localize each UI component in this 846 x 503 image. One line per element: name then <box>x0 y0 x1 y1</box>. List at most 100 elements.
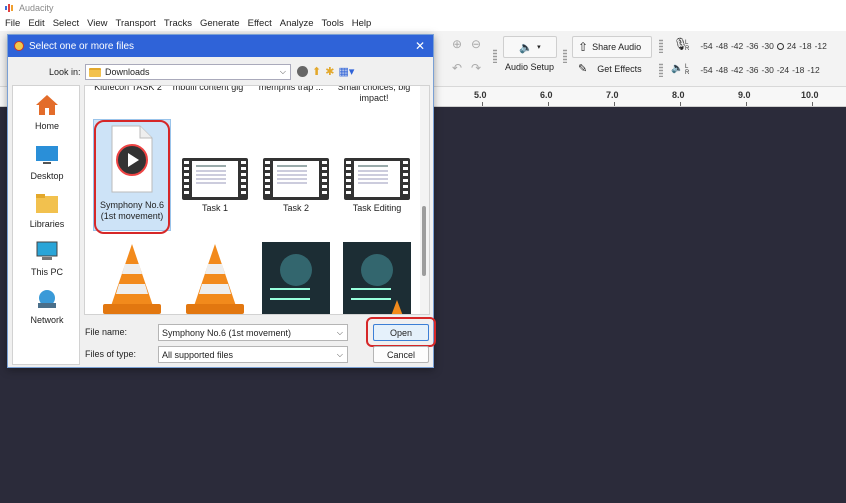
file-type-dropdown[interactable]: All supported files ⌵ <box>158 346 348 363</box>
menu-file[interactable]: File <box>5 18 20 29</box>
meter-tick: -24 <box>776 65 790 75</box>
file-name-value: Symphony No.6 (1st movement) <box>162 327 292 338</box>
file-item-image-2[interactable] <box>337 242 417 314</box>
place-desktop[interactable]: Desktop <box>13 144 81 181</box>
file-item-task1[interactable]: Task 1 <box>175 158 255 214</box>
open-file-dialog: Select one or more files ✕ Look in: Down… <box>7 34 436 368</box>
meter-tick: -18 <box>792 65 805 75</box>
file-name-input[interactable]: Symphony No.6 (1st movement) ⌵ <box>158 324 348 341</box>
video-thumbnail-icon <box>344 158 410 200</box>
meter-tick: -48 <box>715 41 728 51</box>
audio-file-icon <box>111 125 153 193</box>
place-this-pc[interactable]: This PC <box>13 240 81 277</box>
file-item-vlc-1[interactable] <box>92 242 172 314</box>
menu-edit[interactable]: Edit <box>28 18 44 29</box>
file-label: Kiufecon TASK 2 <box>94 85 162 92</box>
meter-handle-icon[interactable] <box>776 42 784 50</box>
file-item-symphony[interactable]: Symphony No.6 (1st movement) <box>92 124 172 222</box>
meter-tick: -42 <box>730 65 744 75</box>
file-label: memphis trap ... <box>258 85 324 92</box>
video-thumbnail-icon <box>263 158 329 200</box>
speaker-icon: 🔈 <box>519 41 534 54</box>
ruler-label: 5.0 <box>474 90 487 100</box>
menu-generate[interactable]: Generate <box>200 18 240 29</box>
file-type-row: Files of type: All supported files ⌵ Can… <box>8 345 433 363</box>
file-item-task2[interactable]: Task 2 <box>256 158 336 214</box>
menu-transport[interactable]: Transport <box>116 18 156 29</box>
toolbar-grip-4[interactable] <box>659 63 663 77</box>
place-label: Home <box>34 121 59 131</box>
file-item-image-1[interactable] <box>256 242 336 314</box>
ruler-label: 9.0 <box>738 90 751 100</box>
app-titlebar: Audacity <box>0 0 846 15</box>
ruler-tick <box>746 102 747 106</box>
share-icon: ⇧ <box>578 40 589 54</box>
file-item-task-editing[interactable]: Task Editing <box>337 158 417 214</box>
file-type-label: Files of type: <box>85 349 137 359</box>
get-effects-label: Get Effects <box>597 63 642 74</box>
menu-view[interactable]: View <box>87 18 107 29</box>
toolbar-grip-2[interactable] <box>563 49 567 63</box>
place-network[interactable]: Network <box>13 288 81 325</box>
chevron-down-icon: ⌵ <box>336 350 343 359</box>
new-folder-icon[interactable]: ✱ <box>325 65 334 78</box>
file-label: mbulfi content gig <box>172 85 244 92</box>
ruler-label: 6.0 <box>540 90 553 100</box>
file-list-scrollbar[interactable] <box>420 86 429 314</box>
audacity-logo-icon <box>5 3 13 12</box>
desktop-icon <box>36 146 58 164</box>
look-in-row: Look in: Downloads ⌵ ⬆ ✱ ▦▾ <box>8 63 433 81</box>
menu-bar: File Edit Select View Transport Tracks G… <box>0 15 846 31</box>
meter-tick: -30 <box>761 41 774 51</box>
chevron-down-icon: ⌵ <box>279 67 286 76</box>
menu-tracks[interactable]: Tracks <box>164 18 192 29</box>
menu-tools[interactable]: Tools <box>322 18 344 29</box>
audio-setup-icon-button[interactable]: 🔈 ▾ <box>503 36 557 58</box>
place-libraries[interactable]: Libraries <box>13 192 81 229</box>
look-in-label: Look in: <box>49 67 81 77</box>
ruler-label: 7.0 <box>606 90 619 100</box>
menu-analyze[interactable]: Analyze <box>280 18 314 29</box>
vlc-cone-icon <box>186 244 244 314</box>
image-thumbnail-icon <box>343 242 411 314</box>
get-effects-button[interactable]: ✎ Get Effects <box>578 62 642 75</box>
zoom-out-icon[interactable]: ⊖ <box>471 37 481 51</box>
nav-icons: ⬆ ✱ ▦▾ <box>297 65 354 78</box>
playback-speaker-icon[interactable]: 🔈 <box>671 63 683 74</box>
share-audio-button[interactable]: ⇧ Share Audio <box>572 36 652 58</box>
meter-tick: -54 <box>700 65 713 75</box>
up-folder-icon[interactable]: ⬆ <box>312 65 321 78</box>
menu-help[interactable]: Help <box>352 18 372 29</box>
look-in-dropdown[interactable]: Downloads ⌵ <box>85 64 291 80</box>
toolbar-grip[interactable] <box>493 49 497 63</box>
cancel-button[interactable]: Cancel <box>373 346 429 363</box>
ruler-tick <box>548 102 549 106</box>
scrollbar-thumb[interactable] <box>422 206 426 276</box>
meter-tick: -36 <box>746 65 759 75</box>
redo-icon[interactable]: ↷ <box>471 61 481 75</box>
file-name-label: File name: <box>85 327 128 337</box>
undo-icon[interactable]: ↶ <box>452 61 462 75</box>
place-home[interactable]: Home <box>13 94 81 131</box>
highlight-ring <box>366 317 436 347</box>
record-meter[interactable]: LR -54 -48 -42 -36 -30 24 -18 -12 <box>685 40 827 52</box>
meter-r: R <box>685 70 690 76</box>
toolbar-grip-3[interactable] <box>659 39 663 53</box>
close-icon[interactable]: ✕ <box>415 39 425 53</box>
file-item-vlc-2[interactable] <box>175 242 255 314</box>
meter-tick: -30 <box>761 65 774 75</box>
file-list[interactable]: Kiufecon TASK 2 mbulfi content gig memph… <box>84 85 430 315</box>
playback-meter[interactable]: LR -54 -48 -42 -36 -30 -24 -18 -12 <box>685 64 820 76</box>
meter-tick: -36 <box>746 41 759 51</box>
dialog-titlebar[interactable]: Select one or more files ✕ <box>8 35 433 57</box>
image-thumbnail-icon <box>262 242 330 314</box>
meter-tick: 24 <box>786 41 797 51</box>
audio-setup-label[interactable]: Audio Setup <box>505 62 554 72</box>
menu-select[interactable]: Select <box>53 18 79 29</box>
zoom-in-icon[interactable]: ⊕ <box>452 37 462 51</box>
chevron-down-icon: ⌵ <box>336 328 343 337</box>
back-icon[interactable] <box>297 66 308 77</box>
view-menu-icon[interactable]: ▦▾ <box>338 65 354 78</box>
menu-effect[interactable]: Effect <box>248 18 272 29</box>
computer-icon <box>36 241 58 260</box>
